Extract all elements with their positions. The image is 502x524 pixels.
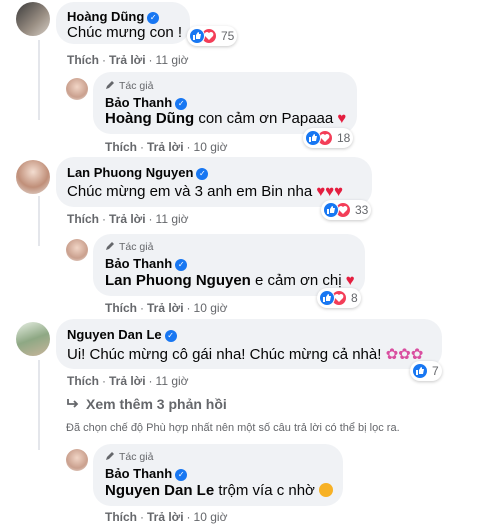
reaction-count: 18 — [337, 131, 351, 145]
author-badge-label: Tác giả — [119, 80, 154, 92]
comment-text: Hoàng Dũng con cảm ơn Papaaa ♥ — [105, 110, 346, 127]
like-button[interactable]: Thích — [105, 140, 137, 154]
pen-icon — [106, 81, 114, 89]
comment-text: Chúc mừng em và 3 anh em Bin nha ♥♥♥ — [67, 183, 343, 200]
author-badge: Tác giả — [105, 80, 153, 92]
timestamp[interactable]: 11 giờ — [156, 53, 189, 67]
reply-button[interactable]: Trả lời — [147, 510, 184, 524]
commenter-name[interactable]: Hoàng Dũng ✓ — [67, 9, 160, 24]
reaction-summary[interactable]: 7 — [410, 361, 442, 381]
thread-line — [38, 196, 40, 246]
reply-button[interactable]: Trả lời — [109, 374, 146, 388]
reaction-count: 7 — [432, 364, 439, 378]
avatar[interactable] — [66, 78, 88, 100]
commenter-name-label[interactable]: Bảo Thanh — [105, 256, 172, 271]
avatar[interactable] — [16, 160, 50, 194]
reaction-count: 75 — [221, 29, 235, 43]
like-button[interactable]: Thích — [67, 212, 99, 226]
like-icon — [319, 290, 335, 306]
avatar[interactable] — [66, 449, 88, 471]
comment-text: Lan Phuong Nguyen e cảm ơn chị ♥ — [105, 272, 355, 289]
verified-icon: ✓ — [164, 330, 177, 342]
timestamp[interactable]: 11 giờ — [156, 374, 189, 388]
thread-line — [38, 40, 40, 120]
comment-actions: Thích · Trả lời · 11 giờ — [67, 53, 189, 67]
like-icon — [305, 130, 321, 146]
reaction-summary[interactable]: 33 — [321, 200, 372, 220]
verified-icon: ✓ — [196, 168, 209, 180]
pen-icon — [106, 242, 114, 250]
reaction-summary[interactable]: 18 — [303, 128, 354, 148]
timestamp[interactable]: 11 giờ — [156, 212, 189, 226]
timestamp[interactable]: 10 giờ — [194, 301, 228, 315]
reaction-count: 8 — [351, 291, 358, 305]
like-button[interactable]: Thích — [67, 374, 99, 388]
like-button[interactable]: Thích — [105, 301, 137, 315]
comment-body: Chúc mừng em và 3 anh em Bin nha — [67, 183, 317, 200]
timestamp[interactable]: 10 giờ — [194, 140, 228, 154]
comment-body: e cảm ơn chị — [250, 272, 346, 289]
author-badge-label: Tác giả — [119, 241, 154, 253]
commenter-name-label[interactable]: Bảo Thanh — [105, 466, 172, 481]
commenter-name-label[interactable]: Hoàng Dũng — [67, 9, 144, 24]
commenter-name-label[interactable]: Nguyen Dan Le — [67, 327, 162, 342]
like-icon — [412, 363, 428, 379]
reply-button[interactable]: Trả lời — [109, 212, 146, 226]
heart-emoji: ♥ — [337, 110, 347, 127]
filter-notice: Đã chọn chế độ Phù hợp nhất nên một số c… — [66, 422, 400, 434]
like-button[interactable]: Thích — [67, 53, 99, 67]
mention-link[interactable]: Nguyen Dan Le — [105, 482, 214, 499]
like-button[interactable]: Thích — [105, 510, 137, 524]
view-more-replies-link[interactable]: Xem thêm 3 phản hồi — [66, 396, 227, 412]
like-icon — [189, 28, 205, 44]
reply-button[interactable]: Trả lời — [147, 140, 184, 154]
comment-actions: Thích · Trả lời · 11 giờ — [67, 374, 189, 388]
heart-emoji: ♥ — [345, 272, 355, 289]
timestamp[interactable]: 10 giờ — [194, 510, 228, 524]
verified-icon: ✓ — [147, 12, 160, 24]
reply-button[interactable]: Trả lời — [109, 53, 146, 67]
like-icon — [323, 202, 339, 218]
avatar[interactable] — [16, 322, 50, 356]
pen-icon — [106, 452, 114, 460]
author-badge-label: Tác giả — [119, 451, 154, 463]
comment-body: con cảm ơn Papaaa — [194, 110, 338, 127]
avatar[interactable] — [66, 239, 88, 261]
verified-icon: ✓ — [175, 98, 188, 110]
commenter-name[interactable]: Bảo Thanh ✓ — [105, 466, 188, 481]
author-badge: Tác giả — [105, 451, 153, 463]
reaction-summary[interactable]: 8 — [317, 288, 361, 308]
reply-arrow-icon — [67, 399, 79, 408]
laughing-emoji — [319, 483, 334, 497]
verified-icon: ✓ — [175, 469, 188, 481]
comment-text: Nguyen Dan Le trộm vía c nhờ — [105, 482, 334, 499]
comment-actions: Thích · Trả lời · 10 giờ — [105, 140, 228, 154]
reaction-summary[interactable]: 75 — [187, 26, 238, 46]
comment-actions: Thích · Trả lời · 11 giờ — [67, 212, 189, 226]
verified-icon: ✓ — [175, 259, 188, 271]
heart-emoji: ♥♥♥ — [316, 183, 344, 200]
reaction-count: 33 — [355, 203, 369, 217]
commenter-name[interactable]: Bảo Thanh ✓ — [105, 256, 188, 271]
comment-text: Ui! Chúc mừng cô gái nha! Chúc mừng cả n… — [67, 345, 423, 363]
commenter-name[interactable]: Nguyen Dan Le ✓ — [67, 327, 177, 342]
comment-actions: Thích · Trả lời · 10 giờ — [105, 301, 228, 315]
view-more-replies-label[interactable]: Xem thêm 3 phản hồi — [86, 396, 227, 412]
commenter-name[interactable]: Lan Phuong Nguyen ✓ — [67, 165, 209, 180]
comment-body: Ui! Chúc mừng cô gái nha! Chúc mừng cả n… — [67, 346, 386, 363]
avatar[interactable] — [16, 2, 50, 36]
mention-link[interactable]: Hoàng Dũng — [105, 110, 194, 127]
comment-text: Chúc mưng con ! — [67, 24, 183, 41]
thread-line — [38, 360, 40, 450]
commenter-name-label[interactable]: Lan Phuong Nguyen — [67, 165, 193, 180]
mention-link[interactable]: Lan Phuong Nguyen — [105, 272, 251, 289]
commenter-name-label[interactable]: Bảo Thanh — [105, 95, 172, 110]
author-badge: Tác giả — [105, 241, 153, 253]
comment-body: trộm vía c nhờ — [214, 482, 320, 499]
reply-button[interactable]: Trả lời — [147, 301, 184, 315]
comment-actions: Thích · Trả lời · 10 giờ — [105, 510, 228, 524]
commenter-name[interactable]: Bảo Thanh ✓ — [105, 95, 188, 110]
